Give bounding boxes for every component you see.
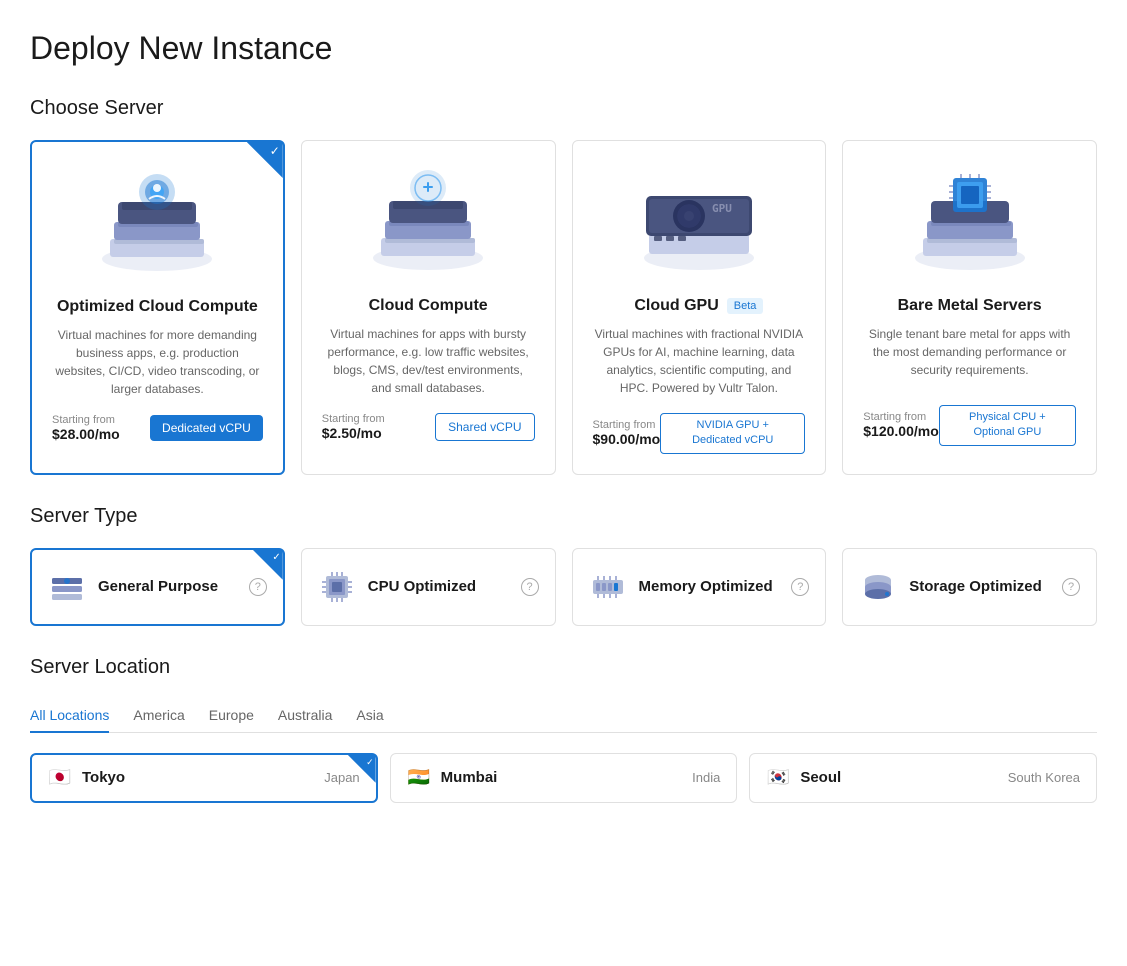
location-name-seoul: Seoul	[800, 769, 997, 786]
card-desc-optimized: Virtual machines for more demanding busi…	[52, 326, 263, 398]
card-image-cloud	[358, 161, 498, 281]
location-name-mumbai: Mumbai	[441, 769, 682, 786]
memory-optimized-icon	[589, 568, 627, 606]
price-cloud: Starting from $2.50/mo	[322, 413, 385, 441]
card-title-cloud: Cloud Compute	[322, 297, 535, 315]
help-icon-general[interactable]: ?	[249, 578, 267, 596]
card-image-gpu: GPU	[629, 161, 769, 281]
badge-optimized[interactable]: Dedicated vCPU	[150, 415, 263, 441]
tab-asia[interactable]: Asia	[356, 699, 383, 733]
tab-europe[interactable]: Europe	[209, 699, 254, 733]
selected-check-general: ✓	[253, 550, 283, 580]
cpu-optimized-icon	[318, 568, 356, 606]
tab-america[interactable]: America	[133, 699, 184, 733]
card-title-optimized: Optimized Cloud Compute	[52, 298, 263, 316]
page-title: Deploy New Instance	[30, 30, 1097, 67]
type-label-general: General Purpose	[98, 578, 237, 595]
server-card-gpu[interactable]: GPU Cloud GPU Beta Virtual machines with…	[572, 140, 827, 475]
type-label-storage: Storage Optimized	[909, 578, 1050, 595]
type-label-cpu: CPU Optimized	[368, 578, 509, 595]
server-location-heading: Server Location	[30, 656, 1097, 679]
selected-check-optimized: ✓	[247, 142, 283, 178]
type-card-memory[interactable]: Memory Optimized ?	[572, 548, 827, 626]
location-card-tokyo[interactable]: ✓ 🇯🇵 Tokyo Japan	[30, 753, 378, 803]
card-image-optimized	[87, 162, 227, 282]
flag-tokyo: 🇯🇵	[48, 769, 72, 787]
tab-all-locations[interactable]: All Locations	[30, 699, 109, 733]
location-card-seoul[interactable]: 🇰🇷 Seoul South Korea	[749, 753, 1097, 803]
card-desc-cloud: Virtual machines for apps with bursty pe…	[322, 325, 535, 397]
card-title-bare: Bare Metal Servers	[863, 297, 1076, 315]
card-footer-gpu: Starting from $90.00/mo NVIDIA GPU + Ded…	[593, 413, 806, 454]
card-footer-bare: Starting from $120.00/mo Physical CPU + …	[863, 405, 1076, 446]
type-card-general[interactable]: ✓ General Purpose ?	[30, 548, 285, 626]
beta-badge: Beta	[727, 298, 764, 314]
card-title-gpu: Cloud GPU Beta	[593, 297, 806, 315]
card-footer-optimized: Starting from $28.00/mo Dedicated vCPU	[52, 414, 263, 442]
server-card-optimized[interactable]: ✓	[30, 140, 285, 475]
type-label-memory: Memory Optimized	[639, 578, 780, 595]
price-gpu: Starting from $90.00/mo	[593, 419, 661, 447]
flag-mumbai: 🇮🇳	[407, 769, 431, 787]
svg-text:GPU: GPU	[712, 202, 732, 215]
card-image-bare	[900, 161, 1040, 281]
location-name-tokyo: Tokyo	[82, 769, 314, 786]
badge-gpu[interactable]: NVIDIA GPU + Dedicated vCPU	[660, 413, 805, 454]
badge-cloud[interactable]: Shared vCPU	[435, 413, 534, 441]
flag-seoul: 🇰🇷	[766, 769, 790, 787]
server-cards-grid: ✓	[30, 140, 1097, 475]
type-cards-grid: ✓ General Purpose ?	[30, 548, 1097, 626]
type-card-storage[interactable]: Storage Optimized ?	[842, 548, 1097, 626]
help-icon-memory[interactable]: ?	[791, 578, 809, 596]
price-bare: Starting from $120.00/mo	[863, 411, 939, 439]
tab-australia[interactable]: Australia	[278, 699, 332, 733]
location-card-mumbai[interactable]: 🇮🇳 Mumbai India	[390, 753, 738, 803]
help-icon-cpu[interactable]: ?	[521, 578, 539, 596]
server-type-section: Server Type ✓ General Purpose ?	[30, 505, 1097, 626]
general-purpose-icon	[48, 568, 86, 606]
location-country-seoul: South Korea	[1008, 770, 1080, 785]
choose-server-section: Choose Server ✓	[30, 97, 1097, 475]
server-location-section: Server Location All Locations America Eu…	[30, 656, 1097, 803]
badge-bare[interactable]: Physical CPU + Optional GPU	[939, 405, 1076, 446]
location-cards-grid: ✓ 🇯🇵 Tokyo Japan 🇮🇳 Mumbai India 🇰🇷 Seou…	[30, 753, 1097, 803]
type-card-cpu[interactable]: CPU Optimized ?	[301, 548, 556, 626]
server-type-heading: Server Type	[30, 505, 1097, 528]
card-footer-cloud: Starting from $2.50/mo Shared vCPU	[322, 413, 535, 441]
location-tabs: All Locations America Europe Australia A…	[30, 699, 1097, 733]
price-optimized: Starting from $28.00/mo	[52, 414, 120, 442]
server-card-cloud[interactable]: Cloud Compute Virtual machines for apps …	[301, 140, 556, 475]
card-desc-gpu: Virtual machines with fractional NVIDIA …	[593, 325, 806, 397]
card-desc-bare: Single tenant bare metal for apps with t…	[863, 325, 1076, 389]
storage-optimized-icon	[859, 568, 897, 606]
help-icon-storage[interactable]: ?	[1062, 578, 1080, 596]
server-card-bare[interactable]: Bare Metal Servers Single tenant bare me…	[842, 140, 1097, 475]
choose-server-heading: Choose Server	[30, 97, 1097, 120]
location-country-tokyo: Japan	[324, 770, 359, 785]
location-country-mumbai: India	[692, 770, 720, 785]
